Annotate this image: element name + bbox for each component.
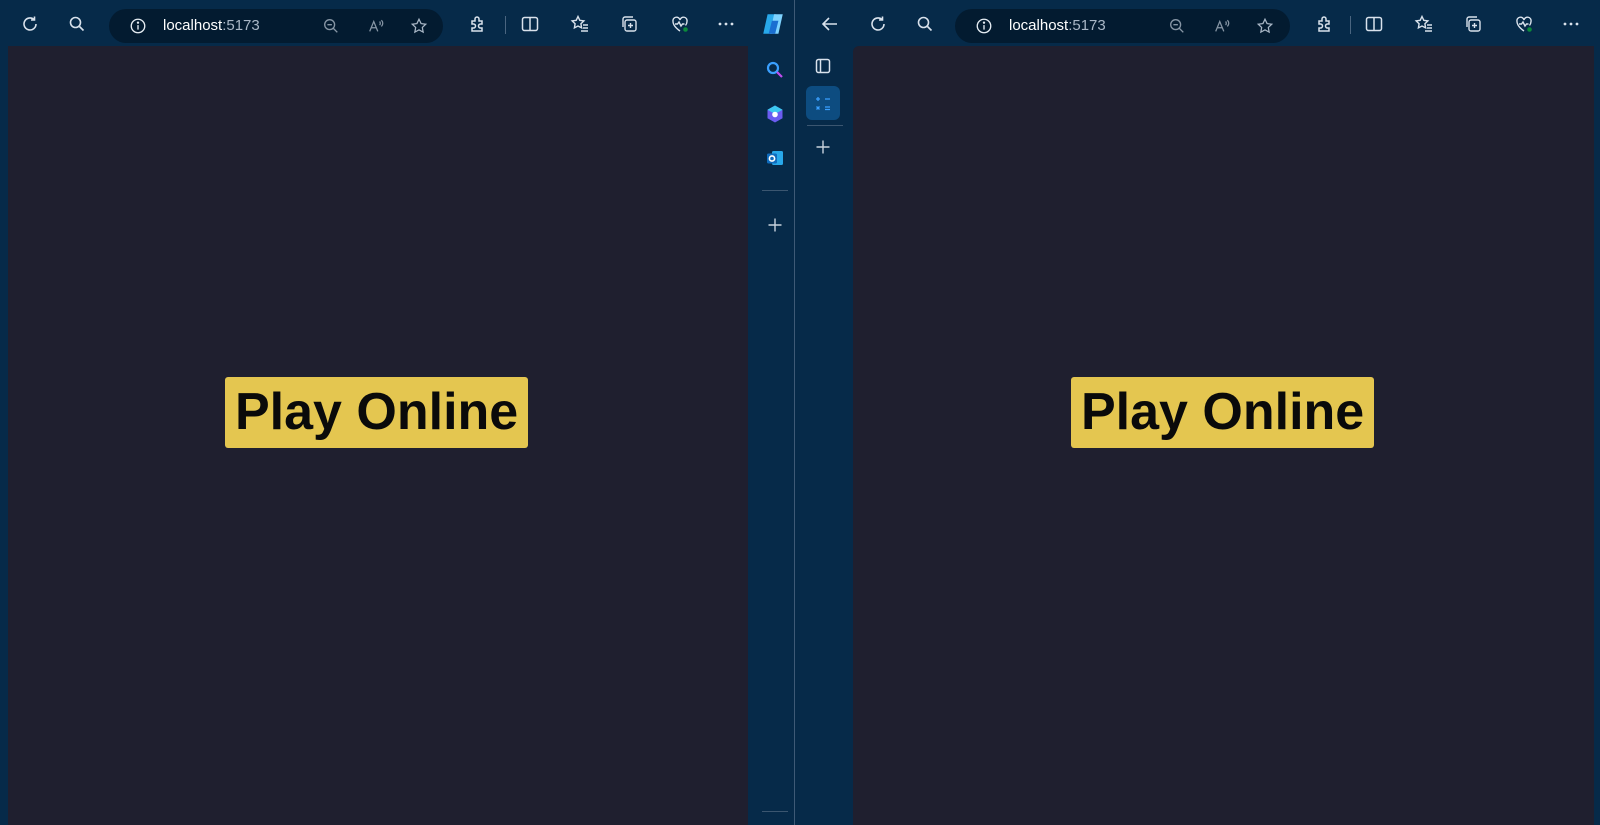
- page-viewport: Play Online: [8, 46, 748, 825]
- extensions-button[interactable]: [1308, 7, 1342, 41]
- left-toolbar: localhost:5173: [0, 0, 794, 46]
- site-info-button[interactable]: [126, 14, 150, 38]
- tab-actions-icon: [815, 58, 831, 74]
- read-aloud-icon: [1215, 19, 1230, 32]
- collections-button[interactable]: [612, 7, 646, 41]
- info-icon: [976, 18, 992, 34]
- refresh-icon: [23, 16, 37, 31]
- back-arrow-icon: [821, 17, 837, 31]
- add-icon: [768, 218, 782, 232]
- split-screen-icon: [521, 16, 539, 32]
- browser-essentials-button[interactable]: [1507, 7, 1541, 41]
- new-tab-button[interactable]: [806, 130, 840, 164]
- refresh-button[interactable]: [861, 7, 895, 41]
- refresh-icon: [871, 16, 885, 31]
- sidebar-outlook[interactable]: [758, 141, 792, 175]
- edge-sidebar: [756, 46, 794, 825]
- favorites-icon: [570, 14, 588, 32]
- back-button[interactable]: [813, 7, 847, 41]
- address-bar[interactable]: localhost:5173: [955, 9, 1290, 43]
- zoom-out-icon: [1170, 19, 1184, 33]
- extensions-icon: [471, 16, 483, 32]
- read-aloud-button[interactable]: [364, 14, 388, 38]
- split-screen-icon: [1365, 16, 1383, 32]
- read-aloud-icon: [369, 19, 384, 32]
- calculator-icon: [816, 97, 830, 111]
- browser-essentials-icon: [1516, 16, 1534, 34]
- toolbar-separator: [505, 16, 506, 34]
- sidebar-add-button[interactable]: [758, 208, 792, 242]
- extensions-icon: [1318, 16, 1330, 32]
- more-icon: [1563, 22, 1579, 26]
- split-screen-button[interactable]: [1357, 7, 1391, 41]
- zoom-button[interactable]: [319, 14, 343, 38]
- more-button[interactable]: [1554, 7, 1588, 41]
- info-icon: [130, 18, 146, 34]
- zoom-button[interactable]: [1165, 14, 1189, 38]
- sidebar-bottom-separator: [762, 811, 788, 812]
- right-browser-window: localhost:5173 Play Online: [795, 0, 1600, 825]
- search-icon: [917, 16, 933, 32]
- split-screen-button[interactable]: [513, 7, 547, 41]
- sidebar-separator: [762, 190, 788, 191]
- favorites-button[interactable]: [563, 7, 597, 41]
- read-aloud-button[interactable]: [1210, 14, 1234, 38]
- tab-actions-button[interactable]: [806, 49, 840, 83]
- url-host: localhost: [163, 17, 223, 34]
- toolbar-separator: [1350, 16, 1351, 34]
- sidebar-search[interactable]: [758, 53, 792, 87]
- url-host: localhost: [1009, 17, 1069, 34]
- refresh-button[interactable]: [13, 7, 47, 41]
- favorites-icon: [1414, 14, 1432, 32]
- url-port: :5173: [222, 17, 260, 34]
- search-button[interactable]: [60, 7, 94, 41]
- favorite-button[interactable]: [407, 14, 431, 38]
- collections-button[interactable]: [1456, 7, 1490, 41]
- url-text: localhost:5173: [163, 17, 260, 34]
- more-icon: [718, 22, 734, 26]
- search-button[interactable]: [908, 7, 942, 41]
- site-info-button[interactable]: [972, 14, 996, 38]
- star-icon: [1256, 17, 1274, 34]
- favorite-button[interactable]: [1253, 14, 1277, 38]
- star-icon: [410, 17, 428, 34]
- outlook-icon: [767, 151, 783, 165]
- url-text: localhost:5173: [1009, 17, 1106, 34]
- collections-icon: [622, 16, 637, 32]
- play-online-button[interactable]: Play Online: [1071, 377, 1375, 448]
- page-viewport: Play Online: [853, 46, 1594, 825]
- vertical-tabs-panel: [803, 46, 845, 825]
- favorites-button[interactable]: [1407, 7, 1441, 41]
- copilot-button[interactable]: [756, 7, 790, 41]
- search-icon: [69, 16, 85, 32]
- sidebar-copilot[interactable]: [758, 97, 792, 131]
- right-toolbar: localhost:5173: [795, 0, 1600, 46]
- browser-essentials-icon: [672, 16, 690, 34]
- collections-icon: [1466, 16, 1481, 32]
- more-button[interactable]: [709, 7, 743, 41]
- add-icon: [816, 140, 830, 154]
- vertical-tab-calculator[interactable]: [806, 86, 840, 120]
- browser-essentials-button[interactable]: [663, 7, 697, 41]
- tabs-separator: [807, 125, 843, 126]
- url-port: :5173: [1068, 17, 1106, 34]
- copilot-icon: [763, 14, 783, 34]
- copilot-icon: [767, 105, 783, 123]
- left-browser-window: localhost:5173 Play Online: [0, 0, 794, 825]
- play-online-button[interactable]: Play Online: [225, 377, 529, 448]
- extensions-button[interactable]: [461, 7, 495, 41]
- search-icon: [766, 61, 783, 78]
- zoom-out-icon: [324, 19, 338, 33]
- address-bar[interactable]: localhost:5173: [109, 9, 443, 43]
